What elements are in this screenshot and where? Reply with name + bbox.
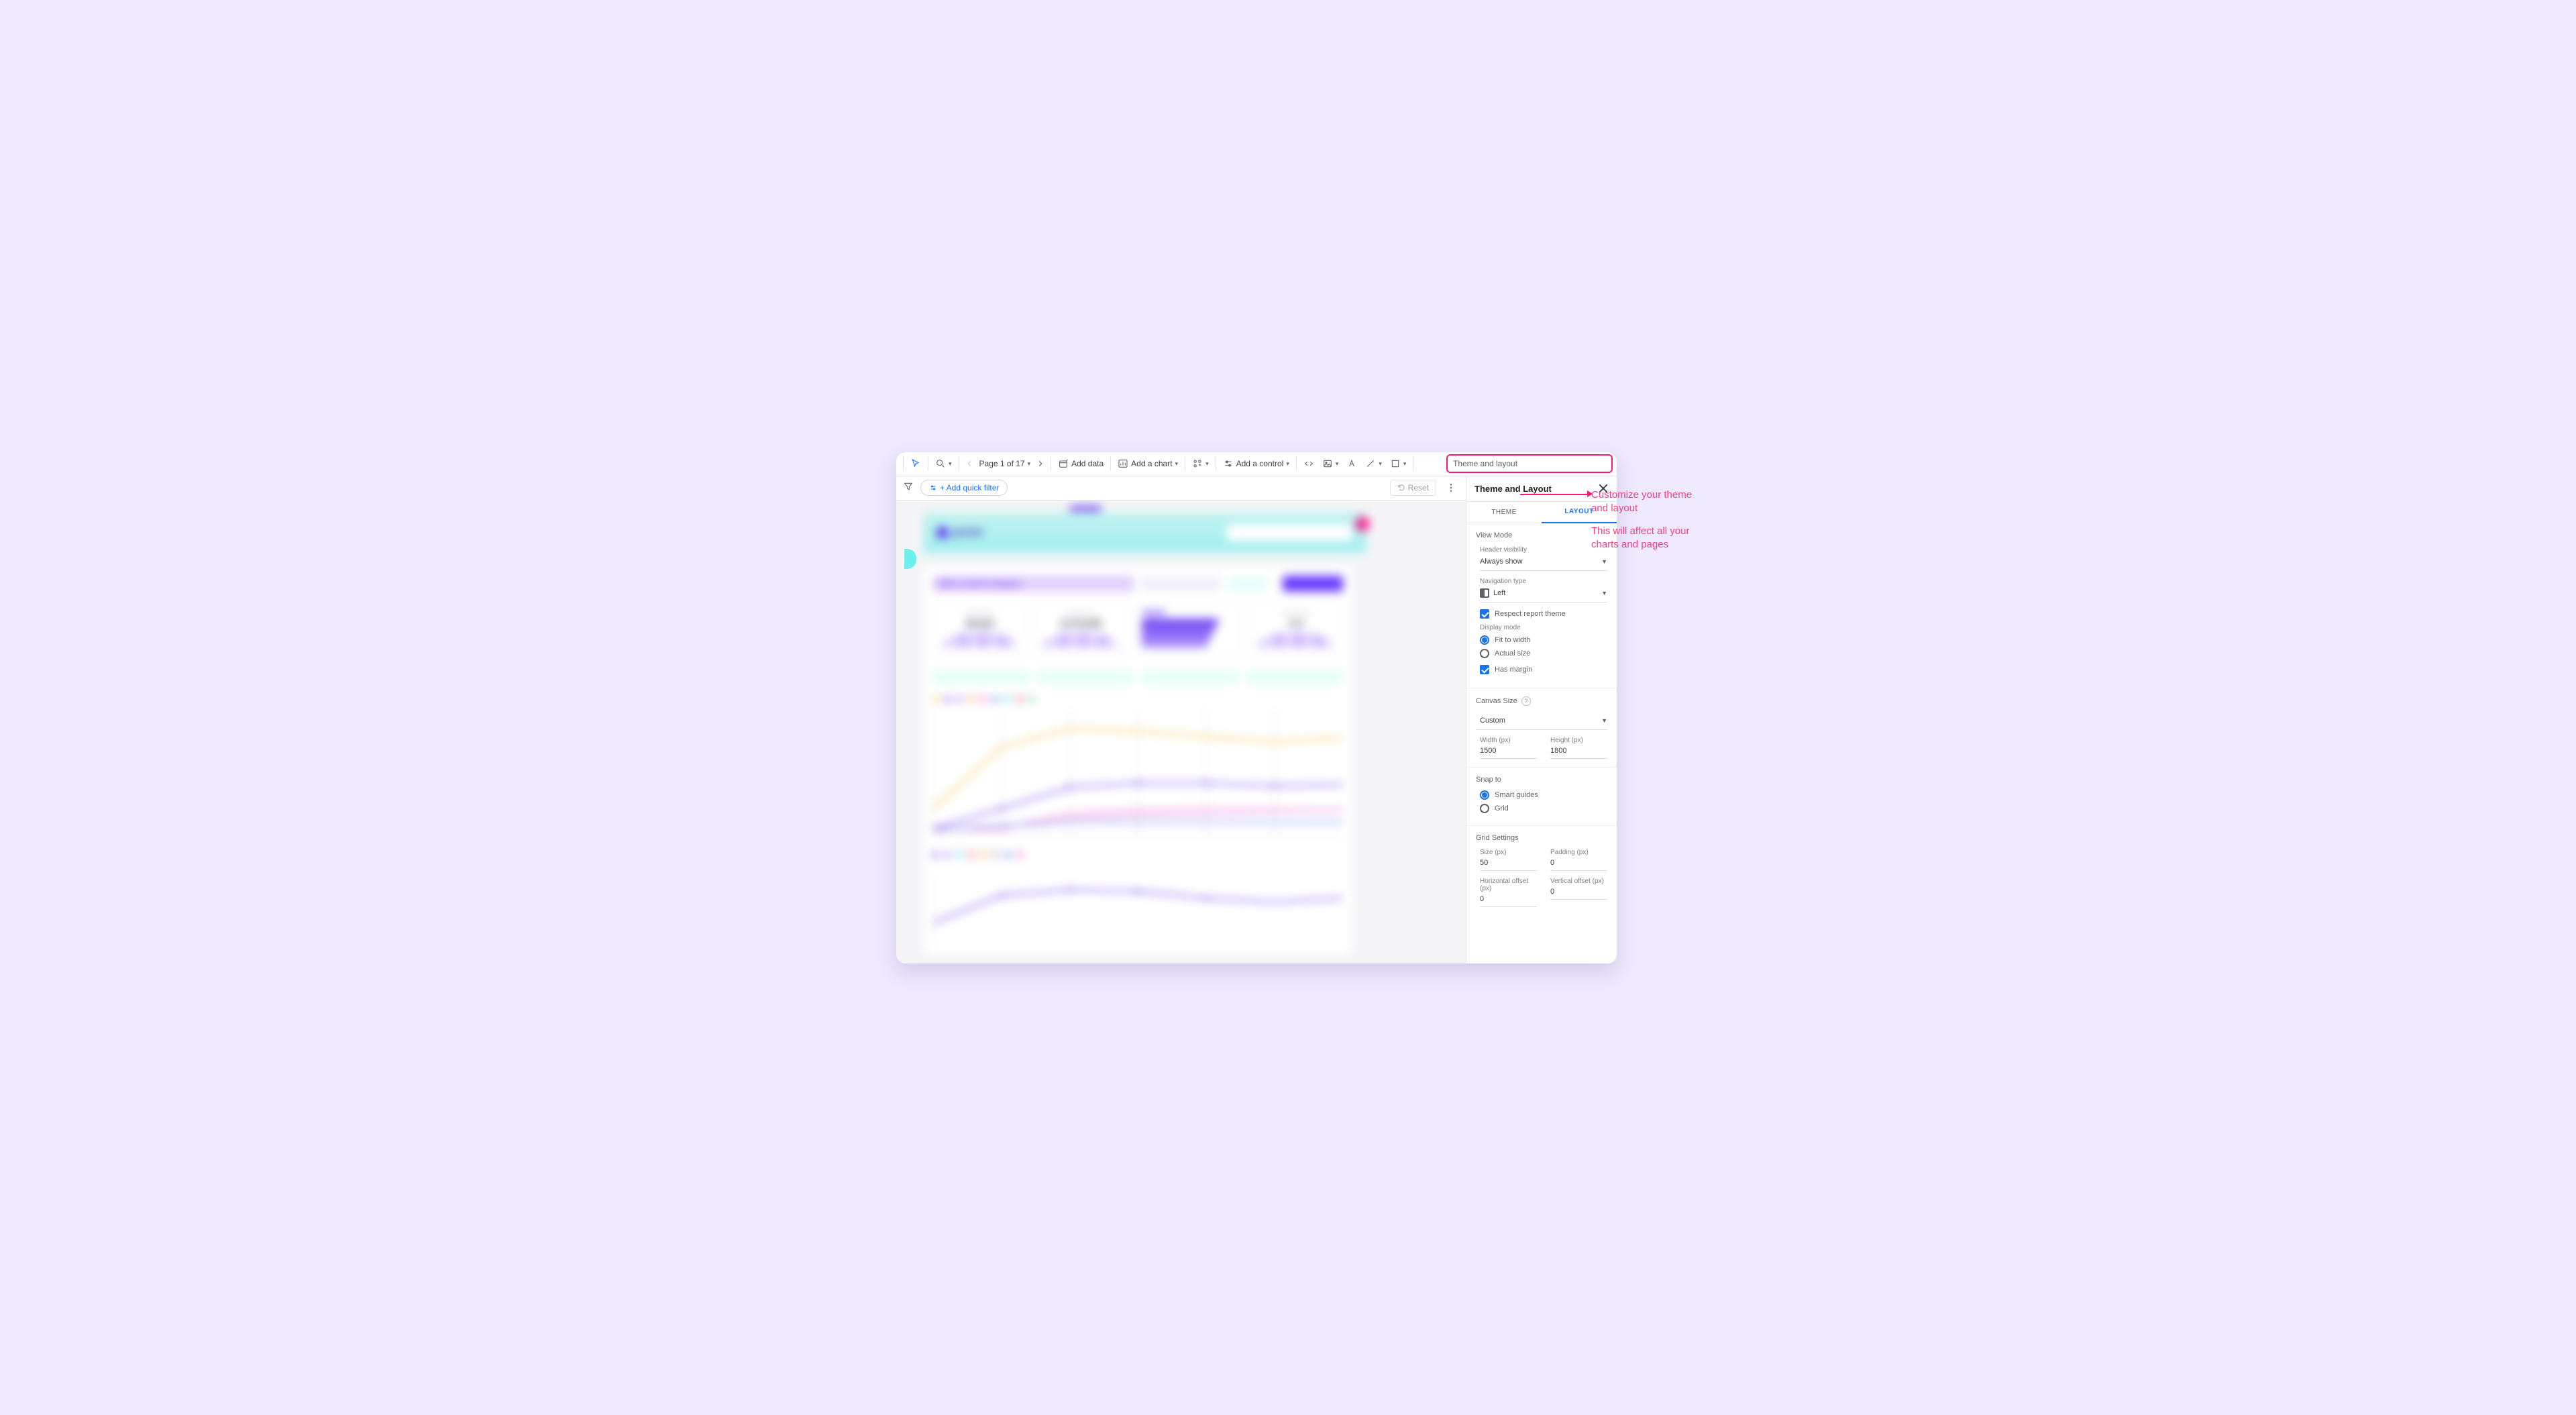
canvas-height-input[interactable]: 1800 [1550,744,1607,759]
embed-button[interactable] [1299,456,1318,472]
add-data-button[interactable]: Add data [1054,456,1108,472]
zoom-tool[interactable]: ▾ [931,456,956,472]
report-canvas: porter Web content analysis [896,501,1466,963]
snap-smart-radio[interactable]: Smart guides [1480,790,1607,800]
header-visibility-select[interactable]: Always show ▼ [1480,554,1607,571]
navigation-type-select[interactable]: Left ▼ [1480,585,1607,602]
help-icon[interactable]: ? [1521,696,1531,706]
reset-button[interactable]: Reset [1390,480,1436,496]
annotation-callout: Customize your theme and layout This wil… [1591,488,1705,562]
snap-title: Snap to [1476,776,1607,784]
display-actual-radio[interactable]: Actual size [1480,649,1607,658]
grid-voffset-input[interactable]: 0 [1550,885,1607,900]
left-nav-icon [1480,588,1489,598]
canvas-preset-select[interactable]: Custom ▼ [1476,713,1607,730]
theme-layout-button[interactable]: Theme and layout [1446,454,1613,473]
snap-grid-radio[interactable]: Grid [1480,804,1607,813]
view-mode-title: View Mode [1476,531,1607,539]
panel-title: Theme and Layout [1474,484,1552,494]
grid-hoffset-input[interactable]: 0 [1480,892,1537,907]
canvas-width-input[interactable]: 1500 [1480,744,1537,759]
callout-arrow [1520,494,1591,495]
image-button[interactable]: ▾ [1318,456,1343,472]
display-fit-radio[interactable]: Fit to width [1480,635,1607,645]
page-nav: Page 1 of 17 ▾ [962,456,1049,471]
filter-icon [903,481,914,495]
page-prev[interactable] [962,456,977,471]
respect-theme-checkbox[interactable]: Respect report theme [1480,609,1607,619]
add-quick-filter-button[interactable]: + Add quick filter [920,480,1008,496]
add-chart-button[interactable]: Add a chart ▾ [1114,456,1182,472]
canvas-size-title: Canvas Size? [1476,696,1607,706]
tab-theme[interactable]: THEME [1466,502,1542,523]
grid-padding-input[interactable]: 0 [1550,856,1607,871]
text-button[interactable] [1342,456,1361,472]
community-viz-button[interactable]: ▾ [1188,456,1213,472]
add-control-button[interactable]: Add a control ▾ [1219,456,1293,472]
pointer-tool[interactable] [906,456,925,472]
line-button[interactable]: ▾ [1361,456,1386,472]
has-margin-checkbox[interactable]: Has margin [1480,665,1607,674]
grid-size-input[interactable]: 50 [1480,856,1537,871]
editor-toolbar: ▾ Page 1 of 17 ▾ Add data Add a chart ▾ [896,452,1617,476]
page-indicator: Page 1 of 17 [979,459,1025,468]
page-next[interactable] [1033,456,1048,471]
filter-bar: + Add quick filter Reset [896,476,1466,501]
grid-settings-title: Grid Settings [1476,834,1607,842]
shape-button[interactable]: ▾ [1386,456,1411,472]
more-menu-button[interactable] [1443,480,1459,496]
